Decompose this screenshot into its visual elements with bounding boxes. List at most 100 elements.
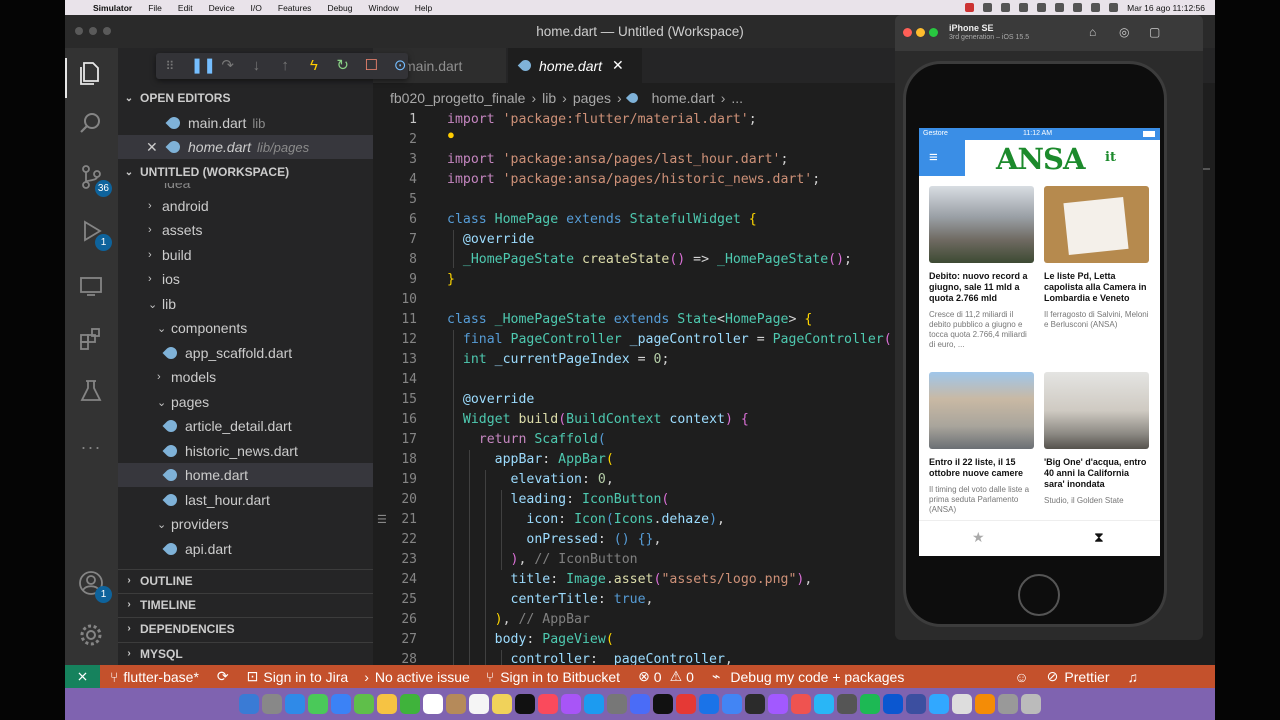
- sync-icon[interactable]: ⟳: [217, 668, 229, 685]
- tab-home-dart[interactable]: home.dart ✕: [508, 48, 642, 83]
- github-icon[interactable]: [745, 694, 765, 714]
- menu-file[interactable]: File: [148, 3, 162, 13]
- close-tab-icon[interactable]: ✕: [612, 57, 624, 74]
- stop-icon[interactable]: ☐: [364, 58, 380, 74]
- photos-icon[interactable]: [377, 694, 397, 714]
- app-store-icon[interactable]: [584, 694, 604, 714]
- menu-features[interactable]: Features: [278, 3, 312, 13]
- mail-icon[interactable]: [331, 694, 351, 714]
- notes-icon[interactable]: [983, 3, 993, 12]
- explorer-icon[interactable]: [76, 60, 106, 90]
- tree-item-last-hour[interactable]: last_hour.dart: [118, 488, 373, 512]
- menu-edit[interactable]: Edit: [178, 3, 193, 13]
- tree-item-assets[interactable]: › assets: [118, 218, 373, 242]
- reminders-icon[interactable]: [469, 694, 489, 714]
- preview-icon[interactable]: [952, 694, 972, 714]
- remote-explorer-icon[interactable]: [76, 273, 106, 303]
- timeline-header[interactable]: › TIMELINE: [118, 593, 373, 615]
- safari-icon[interactable]: [285, 694, 305, 714]
- finder-icon[interactable]: [239, 694, 259, 714]
- open-editor-main[interactable]: main.dart lib: [118, 111, 373, 135]
- simulator-icon[interactable]: [814, 694, 834, 714]
- news-card[interactable]: Debito: nuovo record a giugno, sale 11 m…: [929, 186, 1035, 350]
- messages-icon[interactable]: [308, 694, 328, 714]
- figma-icon[interactable]: [768, 694, 788, 714]
- rotate-icon[interactable]: ▢: [1149, 25, 1160, 39]
- window-zoom-button[interactable]: [103, 27, 111, 35]
- drag-handle-icon[interactable]: ⠿: [162, 58, 178, 74]
- warning-count[interactable]: 0: [686, 669, 694, 685]
- search-icon[interactable]: [1091, 3, 1101, 12]
- activity-monitor-icon[interactable]: [837, 694, 857, 714]
- dependencies-header[interactable]: › DEPENDENCIES: [118, 617, 373, 639]
- breadcrumb-item[interactable]: fb020_progetto_finale: [390, 90, 525, 106]
- step-out-icon[interactable]: ↑: [277, 58, 293, 74]
- settings-gear-icon[interactable]: [76, 622, 106, 652]
- notifications-icon[interactable]: ♫: [1128, 669, 1139, 685]
- run-debug-icon[interactable]: 1: [76, 218, 112, 251]
- step-into-icon[interactable]: ↓: [249, 58, 265, 74]
- tree-item-article-detail[interactable]: article_detail.dart: [118, 414, 373, 438]
- remote-indicator-icon[interactable]: ⨯: [65, 665, 100, 688]
- acrobat-icon[interactable]: [676, 694, 696, 714]
- source-control-icon[interactable]: 36: [76, 164, 112, 197]
- outline-header[interactable]: › OUTLINE: [118, 569, 373, 591]
- apple-icon[interactable]: [75, 3, 85, 13]
- teams-icon[interactable]: [906, 694, 926, 714]
- trash-icon[interactable]: [1021, 694, 1041, 714]
- search-icon[interactable]: [76, 110, 106, 140]
- system-preferences-icon[interactable]: [607, 694, 627, 714]
- spotify-icon[interactable]: [860, 694, 880, 714]
- tree-item-build[interactable]: › build: [118, 243, 373, 267]
- contacts-icon[interactable]: [446, 694, 466, 714]
- workspace-header[interactable]: ⌄ UNTITLED (WORKSPACE): [118, 161, 373, 183]
- downloads-folder-icon[interactable]: [998, 694, 1018, 714]
- breadcrumb-item[interactable]: ...: [731, 90, 743, 106]
- devtools-search-icon[interactable]: ⊙: [392, 58, 408, 74]
- star-icon[interactable]: ★: [972, 529, 985, 546]
- testing-flask-icon[interactable]: [76, 378, 106, 408]
- sim-close-button[interactable]: [903, 28, 912, 37]
- photoshop-icon[interactable]: [929, 694, 949, 714]
- tree-item-pages[interactable]: ⌄ pages: [118, 390, 373, 414]
- menu-device[interactable]: Device: [209, 3, 235, 13]
- jira-signin[interactable]: Sign in to Jira: [263, 669, 348, 685]
- record-icon[interactable]: [965, 3, 975, 12]
- vscode-icon[interactable]: [699, 694, 719, 714]
- launchpad-icon[interactable]: [262, 694, 282, 714]
- sim-zoom-button[interactable]: [929, 28, 938, 37]
- news-card[interactable]: Entro il 22 liste, il 15 ottobre nuove c…: [929, 372, 1035, 515]
- lock-icon[interactable]: [1001, 3, 1011, 12]
- open-editors-header[interactable]: ⌄ OPEN EDITORS: [118, 87, 373, 109]
- fold-handle-icon[interactable]: ☰: [377, 513, 387, 526]
- hot-reload-icon[interactable]: ϟ: [306, 58, 322, 74]
- open-editor-home[interactable]: ✕ home.dart lib/pages: [118, 135, 373, 159]
- tree-item-app-scaffold[interactable]: app_scaffold.dart: [118, 341, 373, 365]
- vlc-icon[interactable]: [975, 694, 995, 714]
- bitbucket-signin[interactable]: Sign in to Bitbucket: [500, 669, 620, 685]
- screenshot-icon[interactable]: ◎: [1119, 25, 1129, 39]
- news-card[interactable]: 'Big One' d'acqua, entro 40 anni la Cali…: [1044, 372, 1150, 506]
- tree-item-components[interactable]: ⌄ components: [118, 316, 373, 340]
- wifi-icon[interactable]: [1073, 3, 1083, 12]
- tree-item-android[interactable]: › android: [118, 194, 373, 218]
- headphones-icon[interactable]: [1019, 3, 1029, 12]
- tree-item-home[interactable]: home.dart: [118, 463, 373, 487]
- accounts-icon[interactable]: 1: [76, 570, 112, 603]
- feedback-icon[interactable]: ☺: [1014, 669, 1028, 685]
- menu-io[interactable]: I/O: [251, 3, 262, 13]
- sim-minimize-button[interactable]: [916, 28, 925, 37]
- debug-config[interactable]: Debug my code + packages: [730, 669, 904, 685]
- menu-help[interactable]: Help: [415, 3, 432, 13]
- notes-icon[interactable]: [492, 694, 512, 714]
- active-issue[interactable]: No active issue: [375, 669, 470, 685]
- menu-window[interactable]: Window: [369, 3, 399, 13]
- menubar-clock[interactable]: Mar 16 ago 11:12:56: [1127, 3, 1205, 13]
- control-center-icon[interactable]: [1109, 3, 1119, 12]
- code-editor[interactable]: import 'package:flutter/material.dart'; …: [447, 108, 967, 665]
- mysql-header[interactable]: › MYSQL: [118, 642, 373, 664]
- mail-icon[interactable]: [1037, 3, 1047, 12]
- step-over-icon[interactable]: ↷: [220, 58, 236, 74]
- tree-item-api[interactable]: api.dart: [118, 537, 373, 561]
- xcode-icon[interactable]: [630, 694, 650, 714]
